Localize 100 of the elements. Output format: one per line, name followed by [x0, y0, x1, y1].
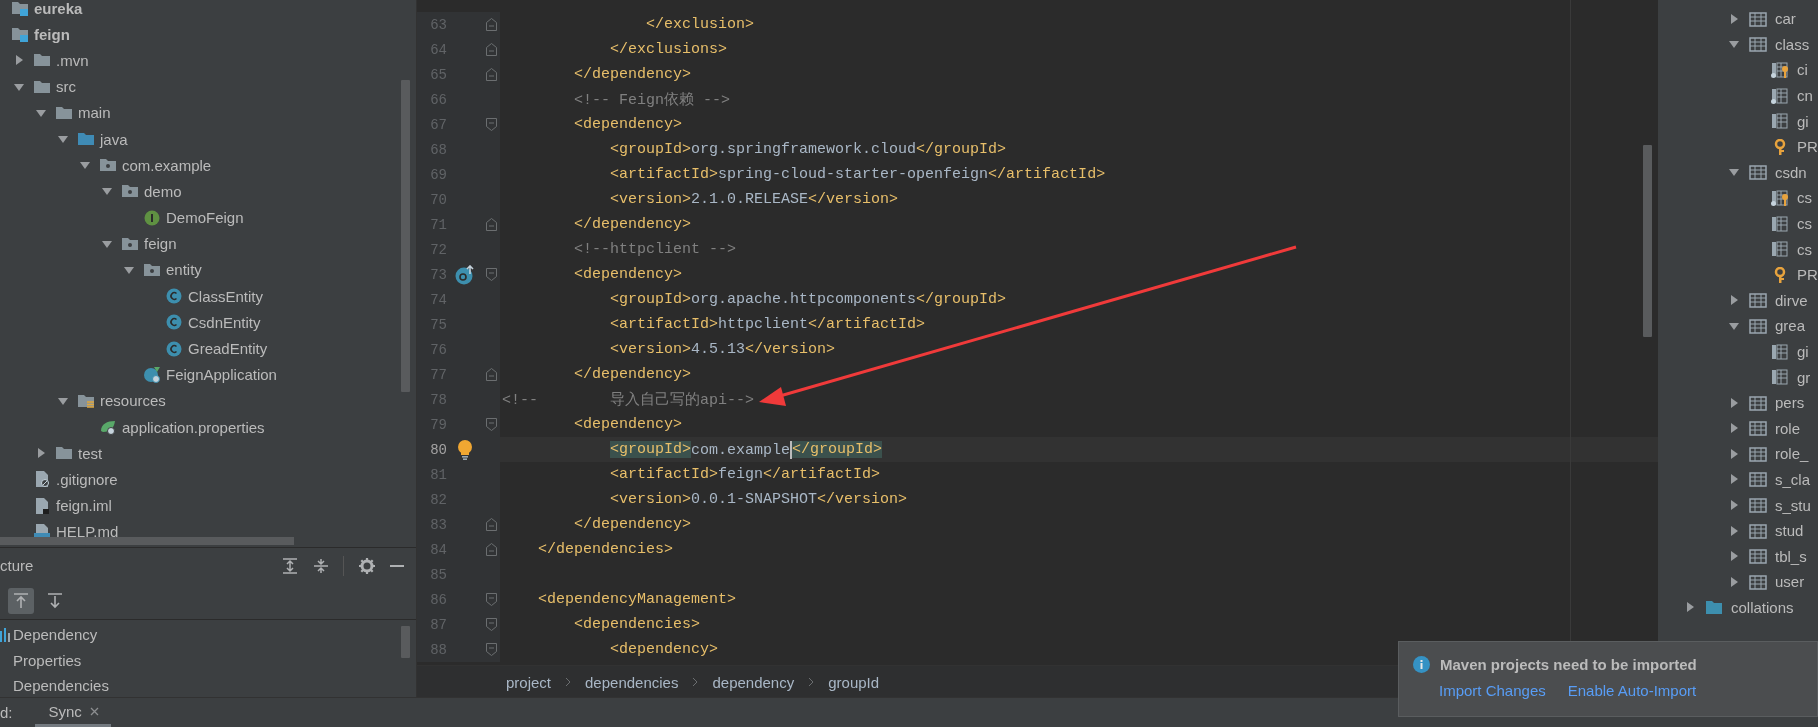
notification-link[interactable]: Import Changes	[1439, 682, 1546, 699]
caret-down-icon[interactable]	[124, 264, 134, 275]
tree-item[interactable]: Dependency	[13, 626, 98, 644]
tree-item[interactable]: ClassEntity	[188, 287, 264, 305]
caret-down-icon[interactable]	[58, 395, 68, 406]
tree-item[interactable]: application.properties	[122, 418, 265, 436]
fold-marker-icon[interactable]	[486, 368, 497, 381]
tree-item[interactable]: main	[78, 104, 111, 122]
caret-right-icon[interactable]	[1729, 551, 1739, 562]
fold-marker-icon[interactable]	[486, 518, 497, 531]
tree-item[interactable]: cn	[1797, 87, 1813, 105]
tree-item[interactable]: java	[100, 130, 128, 148]
scrollbar[interactable]	[401, 626, 410, 658]
tree-item[interactable]: feign	[34, 25, 70, 43]
tree-item[interactable]: user	[1775, 573, 1805, 591]
tree-item[interactable]: .mvn	[56, 51, 89, 69]
tree-item[interactable]: entity	[166, 261, 202, 279]
tree-item[interactable]: s_cla	[1775, 471, 1811, 488]
tree-item[interactable]: feign	[144, 235, 177, 253]
tree-item[interactable]: pers	[1775, 394, 1805, 412]
tree-item[interactable]: cs	[1797, 189, 1812, 207]
tab[interactable]: Sync	[34, 698, 111, 727]
scrollbar[interactable]	[401, 80, 410, 392]
tree-item[interactable]: src	[56, 78, 76, 96]
fold-marker-icon[interactable]	[486, 418, 497, 431]
tree-item[interactable]: PR	[1797, 138, 1818, 156]
toolbar-button[interactable]	[8, 588, 34, 614]
tree-item[interactable]: grea	[1775, 317, 1806, 335]
caret-right-icon[interactable]	[1729, 295, 1739, 306]
tree-item[interactable]: PR	[1797, 266, 1818, 284]
tree-item[interactable]: gr	[1797, 368, 1811, 386]
tree-item[interactable]: s_stu	[1775, 496, 1811, 514]
fold-marker-icon[interactable]	[486, 543, 497, 556]
tree-item[interactable]: demo	[144, 182, 182, 200]
expand-all-icon[interactable]	[282, 557, 298, 574]
caret-right-icon[interactable]	[1729, 423, 1739, 434]
close-icon[interactable]	[89, 706, 99, 716]
caret-down-icon[interactable]	[1729, 167, 1739, 178]
tree-item[interactable]: feign.iml	[56, 497, 112, 515]
tree-item[interactable]: DemoFeign	[166, 209, 244, 227]
tree-item[interactable]: resources	[100, 392, 166, 410]
caret-down-icon[interactable]	[1729, 320, 1739, 331]
scrollbar[interactable]	[1643, 145, 1652, 337]
tree-item[interactable]: tbl_s	[1775, 547, 1807, 565]
fold-marker-icon[interactable]	[486, 593, 497, 606]
tree-item[interactable]: gi	[1797, 112, 1809, 130]
caret-right-icon[interactable]	[1729, 448, 1739, 459]
fold-marker-icon[interactable]	[486, 218, 497, 231]
caret-down-icon[interactable]	[102, 238, 112, 249]
caret-right-icon[interactable]	[14, 55, 24, 66]
caret-down-icon[interactable]	[80, 160, 90, 171]
fold-marker-icon[interactable]	[486, 118, 497, 131]
tree-item[interactable]: class	[1775, 35, 1810, 53]
caret-right-icon[interactable]	[1729, 525, 1739, 536]
caret-right-icon[interactable]	[1685, 602, 1695, 613]
tree-item[interactable]: dirve	[1775, 291, 1808, 309]
fold-marker-icon[interactable]	[486, 618, 497, 631]
notification-link[interactable]: Enable Auto-Import	[1567, 682, 1697, 699]
caret-right-icon[interactable]	[1729, 576, 1739, 587]
tree-item[interactable]: car	[1775, 10, 1796, 28]
tree-item[interactable]: stud	[1775, 522, 1804, 540]
tree-item[interactable]: cs	[1797, 215, 1812, 233]
fold-marker-icon[interactable]	[486, 43, 497, 56]
scrollbar[interactable]	[0, 537, 294, 545]
tree-item[interactable]: Properties	[13, 651, 82, 669]
caret-down-icon[interactable]	[36, 107, 46, 118]
breadcrumb[interactable]: project	[506, 673, 552, 691]
caret-right-icon[interactable]	[1729, 500, 1739, 511]
caret-right-icon[interactable]	[1729, 474, 1739, 485]
caret-down-icon[interactable]	[58, 134, 68, 145]
tree-item[interactable]: FeignApplication	[166, 366, 277, 384]
tree-item[interactable]: eureka	[34, 0, 83, 17]
caret-down-icon[interactable]	[102, 186, 112, 197]
caret-right-icon[interactable]	[1729, 397, 1739, 408]
tree-item[interactable]: Dependencies	[13, 677, 109, 695]
caret-right-icon[interactable]	[36, 448, 46, 459]
fold-marker-icon[interactable]	[486, 268, 497, 281]
tree-item[interactable]: cs	[1797, 240, 1812, 258]
tree-item[interactable]: com.example	[122, 156, 212, 174]
tree-item[interactable]: role_	[1775, 445, 1809, 463]
tree-item[interactable]: CsdnEntity	[188, 313, 261, 331]
tree-item[interactable]: csdn	[1775, 163, 1807, 181]
breadcrumb[interactable]: dependencies	[585, 673, 679, 691]
tree-item[interactable]: ci	[1797, 61, 1808, 79]
tree-item[interactable]: collations	[1731, 598, 1794, 616]
breadcrumb[interactable]: groupId	[828, 673, 880, 691]
lightbulb-icon[interactable]	[457, 439, 473, 460]
breadcrumb[interactable]: dependency	[712, 673, 795, 691]
collapse-all-icon[interactable]	[313, 557, 329, 574]
fold-marker-icon[interactable]	[486, 18, 497, 31]
tree-item[interactable]: .gitignore	[56, 470, 118, 488]
tree-item[interactable]: test	[78, 444, 103, 462]
settings-icon[interactable]	[359, 557, 375, 574]
tree-item[interactable]: HELP.md	[56, 523, 119, 541]
caret-down-icon[interactable]	[1729, 39, 1739, 50]
tree-item[interactable]: gi	[1797, 343, 1809, 360]
fold-marker-icon[interactable]	[486, 643, 497, 656]
tree-item[interactable]: GreadEntity	[188, 340, 268, 358]
tree-item[interactable]: role	[1775, 419, 1800, 437]
fold-marker-icon[interactable]	[486, 68, 497, 81]
